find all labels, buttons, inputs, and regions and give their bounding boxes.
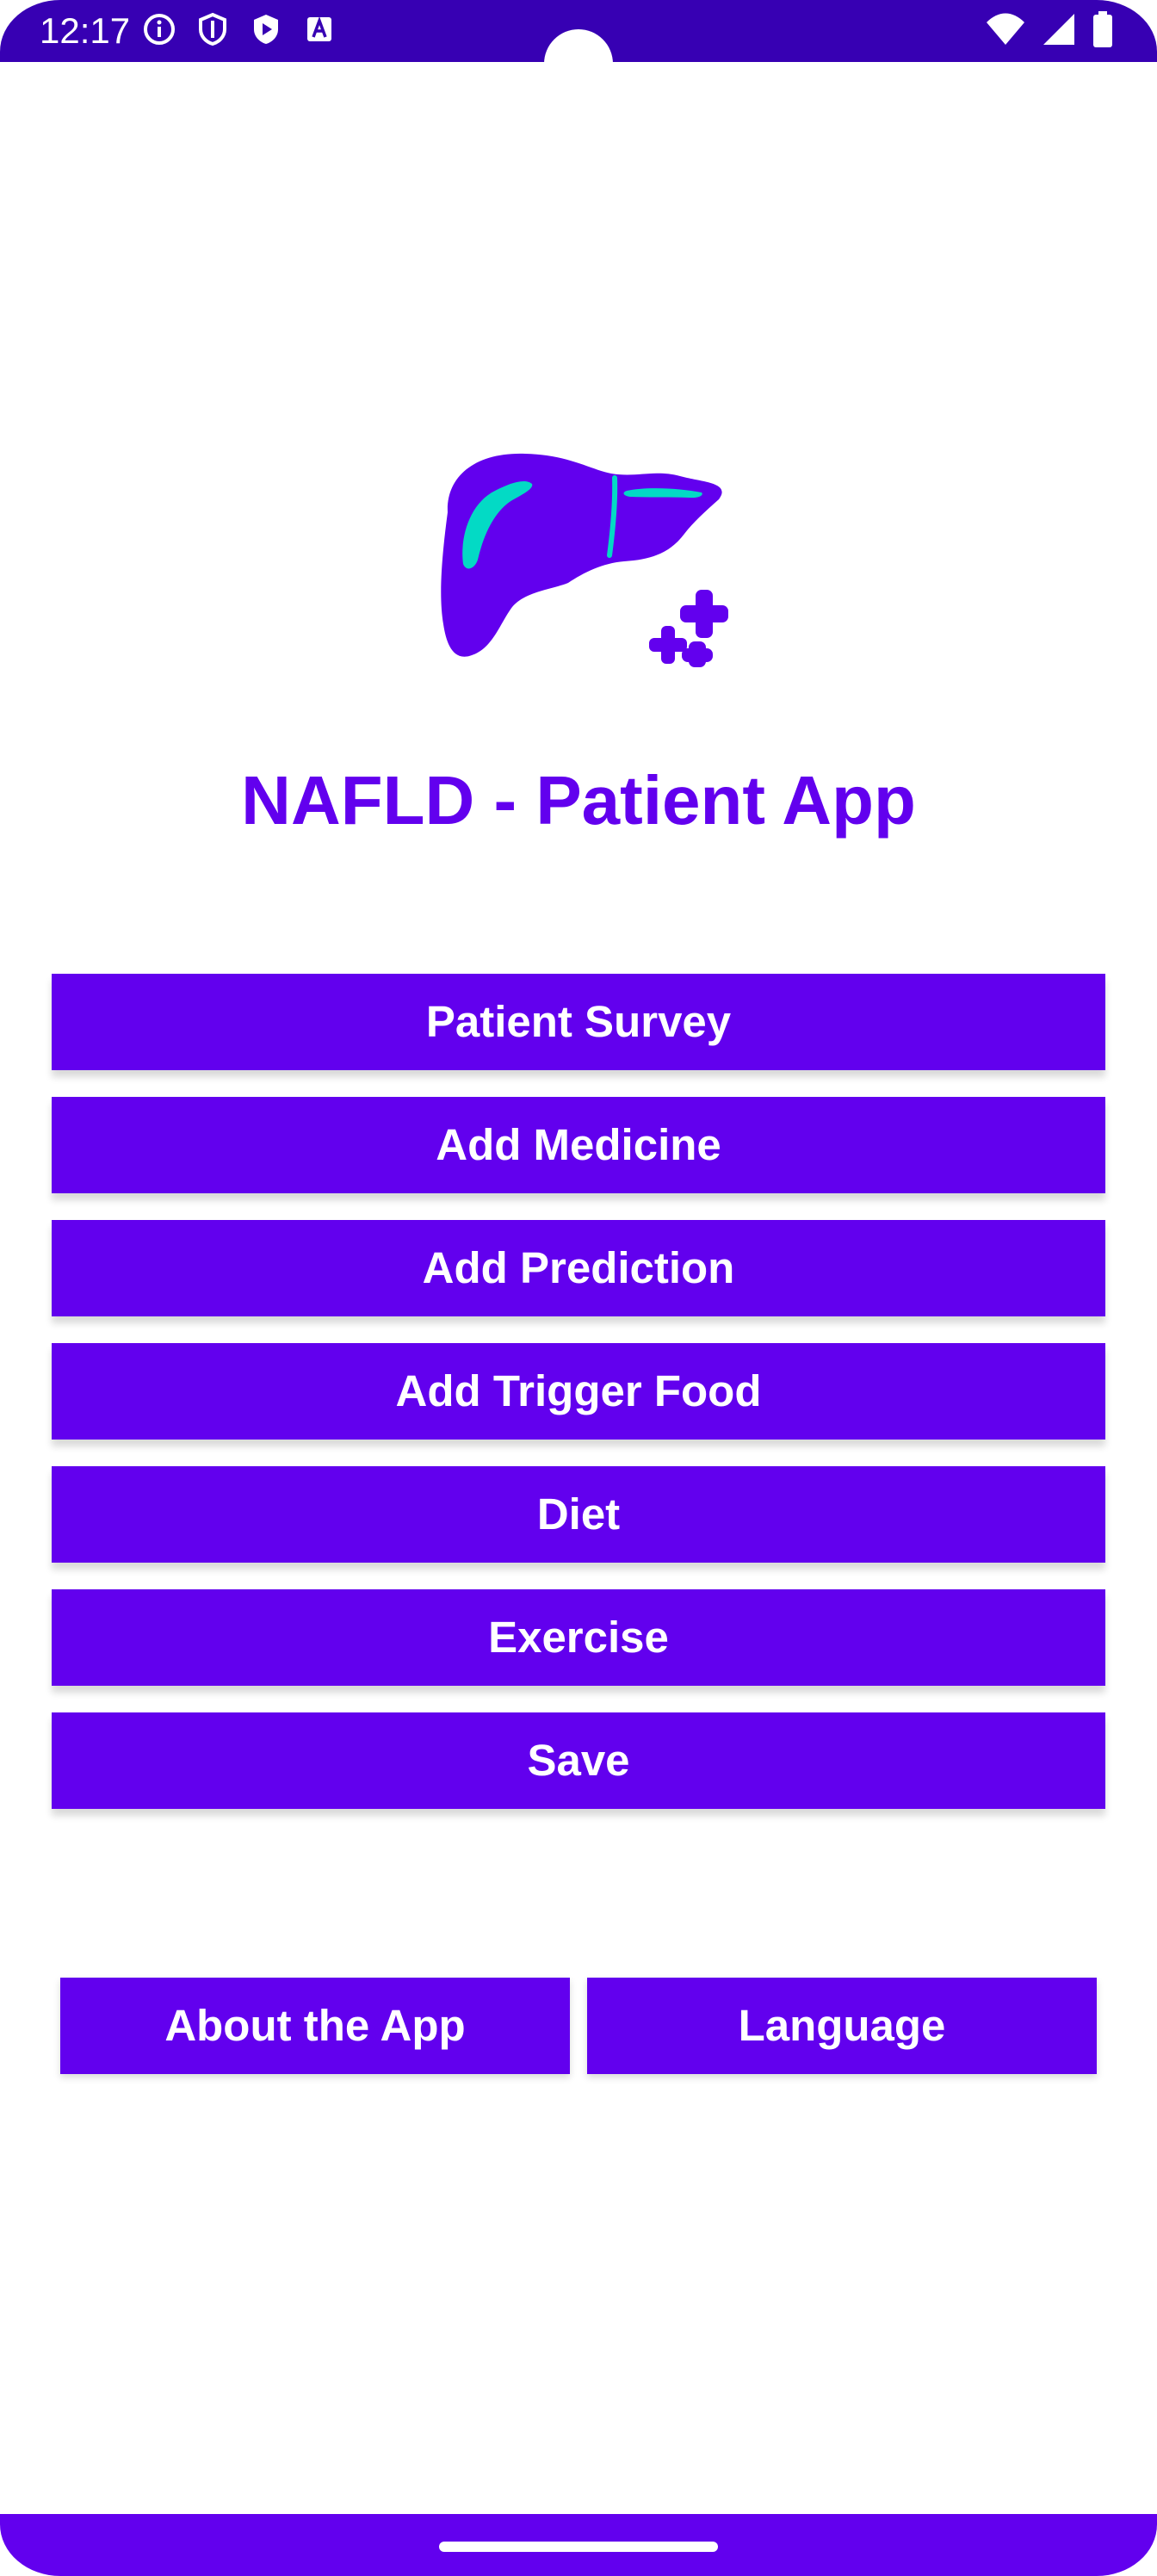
language-button[interactable]: Language <box>587 1978 1097 2074</box>
status-icons-right <box>985 10 1114 52</box>
add-prediction-button[interactable]: Add Prediction <box>52 1220 1105 1316</box>
home-indicator[interactable] <box>439 2542 718 2552</box>
footer-buttons: About the App Language <box>60 1978 1097 2074</box>
battery-icon <box>1092 10 1114 52</box>
add-trigger-food-button[interactable]: Add Trigger Food <box>52 1343 1105 1440</box>
info-icon <box>142 12 176 51</box>
play-protect-icon <box>249 12 283 51</box>
patient-survey-button[interactable]: Patient Survey <box>52 974 1105 1070</box>
add-medicine-button[interactable]: Add Medicine <box>52 1097 1105 1193</box>
navigation-bar <box>0 2514 1157 2576</box>
app-title: NAFLD - Patient App <box>241 762 916 839</box>
liver-medical-icon <box>430 443 740 667</box>
signal-icon <box>1042 12 1076 51</box>
wifi-icon <box>985 12 1026 51</box>
camera-cutout <box>544 29 613 98</box>
status-icons-left <box>142 12 337 50</box>
status-time: 12:17 <box>40 10 131 51</box>
diet-button[interactable]: Diet <box>52 1466 1105 1563</box>
main-menu: Patient Survey Add Medicine Add Predicti… <box>52 974 1105 1836</box>
shield-icon <box>195 12 230 51</box>
about-app-button[interactable]: About the App <box>60 1978 570 2074</box>
save-button[interactable]: Save <box>52 1712 1105 1809</box>
exercise-button[interactable]: Exercise <box>52 1589 1105 1686</box>
font-a-icon <box>302 12 337 51</box>
